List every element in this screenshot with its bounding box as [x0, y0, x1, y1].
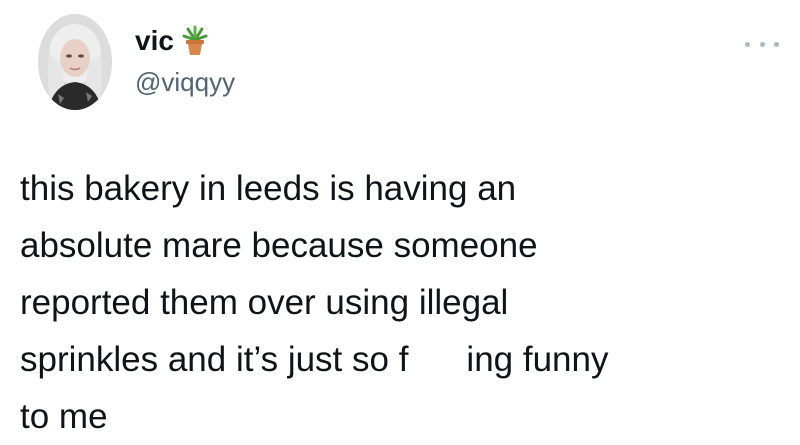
tweet-line-part: sprinkles and it’s just so f — [20, 340, 409, 379]
user-handle[interactable]: @viqqyy — [135, 66, 235, 98]
author-name-row[interactable]: vic — [135, 25, 210, 57]
dot — [745, 41, 750, 47]
tweet-card: vic @viqqyy this bakery in leeds is havi… — [0, 0, 800, 437]
profile-photo — [38, 14, 112, 110]
tweet-line: sprinkles and it’s just so f ing funny — [20, 331, 780, 388]
tweet-line: to me — [20, 397, 108, 436]
potted-plant-icon — [180, 25, 210, 57]
dot — [759, 41, 765, 47]
more-options-icon[interactable] — [745, 32, 779, 56]
tweet-line: absolute mare because someone — [20, 226, 538, 265]
tweet-text: this bakery in leeds is having an absolu… — [20, 160, 780, 445]
avatar[interactable] — [38, 14, 112, 110]
tweet-line: this bakery in leeds is having an — [20, 169, 517, 208]
dot — [774, 41, 779, 47]
tweet-line: reported them over using illegal — [20, 283, 509, 322]
tweet-line-part: ing funny — [466, 340, 609, 379]
display-name[interactable]: vic — [135, 25, 174, 57]
